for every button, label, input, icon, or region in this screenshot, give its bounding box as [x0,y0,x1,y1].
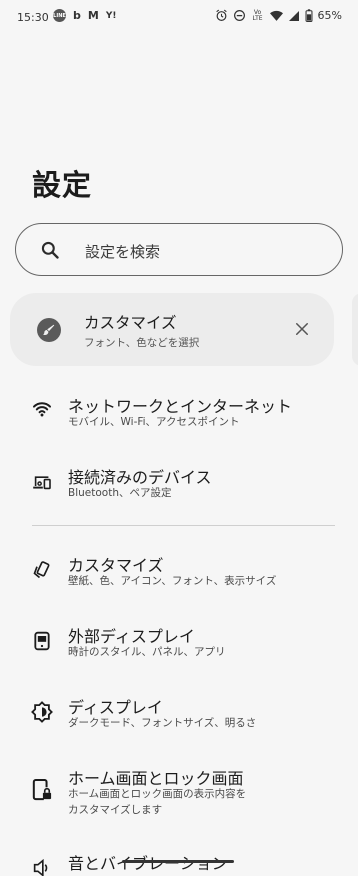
section-divider [32,525,335,526]
settings-item-subtitle: モバイル、Wi-Fi、アクセスポイント [68,416,240,428]
yahoo-notification-icon: Y! [105,10,117,21]
search-icon [41,241,59,259]
notification-icons: LINE b M Y! [53,9,116,22]
system-icons: Vo LTE 65% [215,9,342,22]
gesture-navigation-handle[interactable] [122,860,234,863]
search-bar[interactable]: 設定を検索 [15,223,343,276]
settings-item-subtitle: 壁紙、色、アイコン、フォント、表示サイズ [68,575,277,587]
suggestion-title: カスタマイズ [84,314,177,332]
settings-item-external-display[interactable]: 外部ディスプレイ 時計のスタイル、パネル、アプリ [0,622,358,682]
settings-item-home-lock-screen[interactable]: ホーム画面とロック画面 ホーム画面とロック画面の表示内容を カスタマイズします [0,764,358,822]
settings-item-subtitle: 時計のスタイル、パネル、アプリ [68,646,226,658]
settings-item-connected-devices[interactable]: 接続済みのデバイス Bluetooth、ペア設定 [0,463,358,523]
settings-item-subtitle: ダークモード、フォントサイズ、明るさ [68,717,257,729]
page-title: 設定 [32,168,93,202]
display-brightness-icon [30,700,54,724]
settings-item-subtitle-line2: カスタマイズします [68,804,163,816]
battery-icon [305,9,313,22]
close-icon[interactable] [291,318,313,340]
alarm-icon [215,9,227,21]
settings-item-subtitle-line1: ホーム画面とロック画面の表示内容を [68,788,247,800]
clock: 15:30 [17,11,49,24]
gmail-notification-icon: M [87,9,99,22]
settings-item-network[interactable]: ネットワークとインターネット モバイル、Wi-Fi、アクセスポイント [0,392,358,452]
lock-screen-icon [30,778,54,802]
status-bar: 15:30 LINE b M Y! Vo LTE 65% [0,0,358,34]
signal-icon [288,10,299,21]
do-not-disturb-icon [233,10,245,21]
wifi-icon [30,397,54,421]
settings-item-subtitle: Bluetooth、ペア設定 [68,487,172,499]
wifi-status-icon [269,10,283,21]
volte-icon: Vo LTE [252,8,263,22]
sound-icon [30,856,54,876]
devices-icon [30,470,54,494]
next-suggestion-card-edge [352,293,358,366]
customize-icon [30,558,54,582]
suggestion-subtitle: フォント、色などを選択 [84,337,200,349]
settings-screen: 15:30 LINE b M Y! Vo LTE 65% 設定 設定を検索 カス… [0,0,358,876]
settings-item-sound[interactable]: 音とバイブレーション [0,850,358,876]
settings-item-display[interactable]: ディスプレイ ダークモード、フォントサイズ、明るさ [0,693,358,753]
suggestion-card[interactable]: カスタマイズ フォント、色などを選択 [10,293,334,366]
settings-item-customize[interactable]: カスタマイズ 壁紙、色、アイコン、フォント、表示サイズ [0,551,358,611]
search-placeholder: 設定を検索 [85,243,161,261]
paintbrush-icon [37,318,61,342]
external-display-icon [30,629,54,653]
line-notification-icon: LINE [53,9,66,22]
b-notification-icon: b [73,9,81,22]
battery-percentage: 65% [317,9,342,22]
